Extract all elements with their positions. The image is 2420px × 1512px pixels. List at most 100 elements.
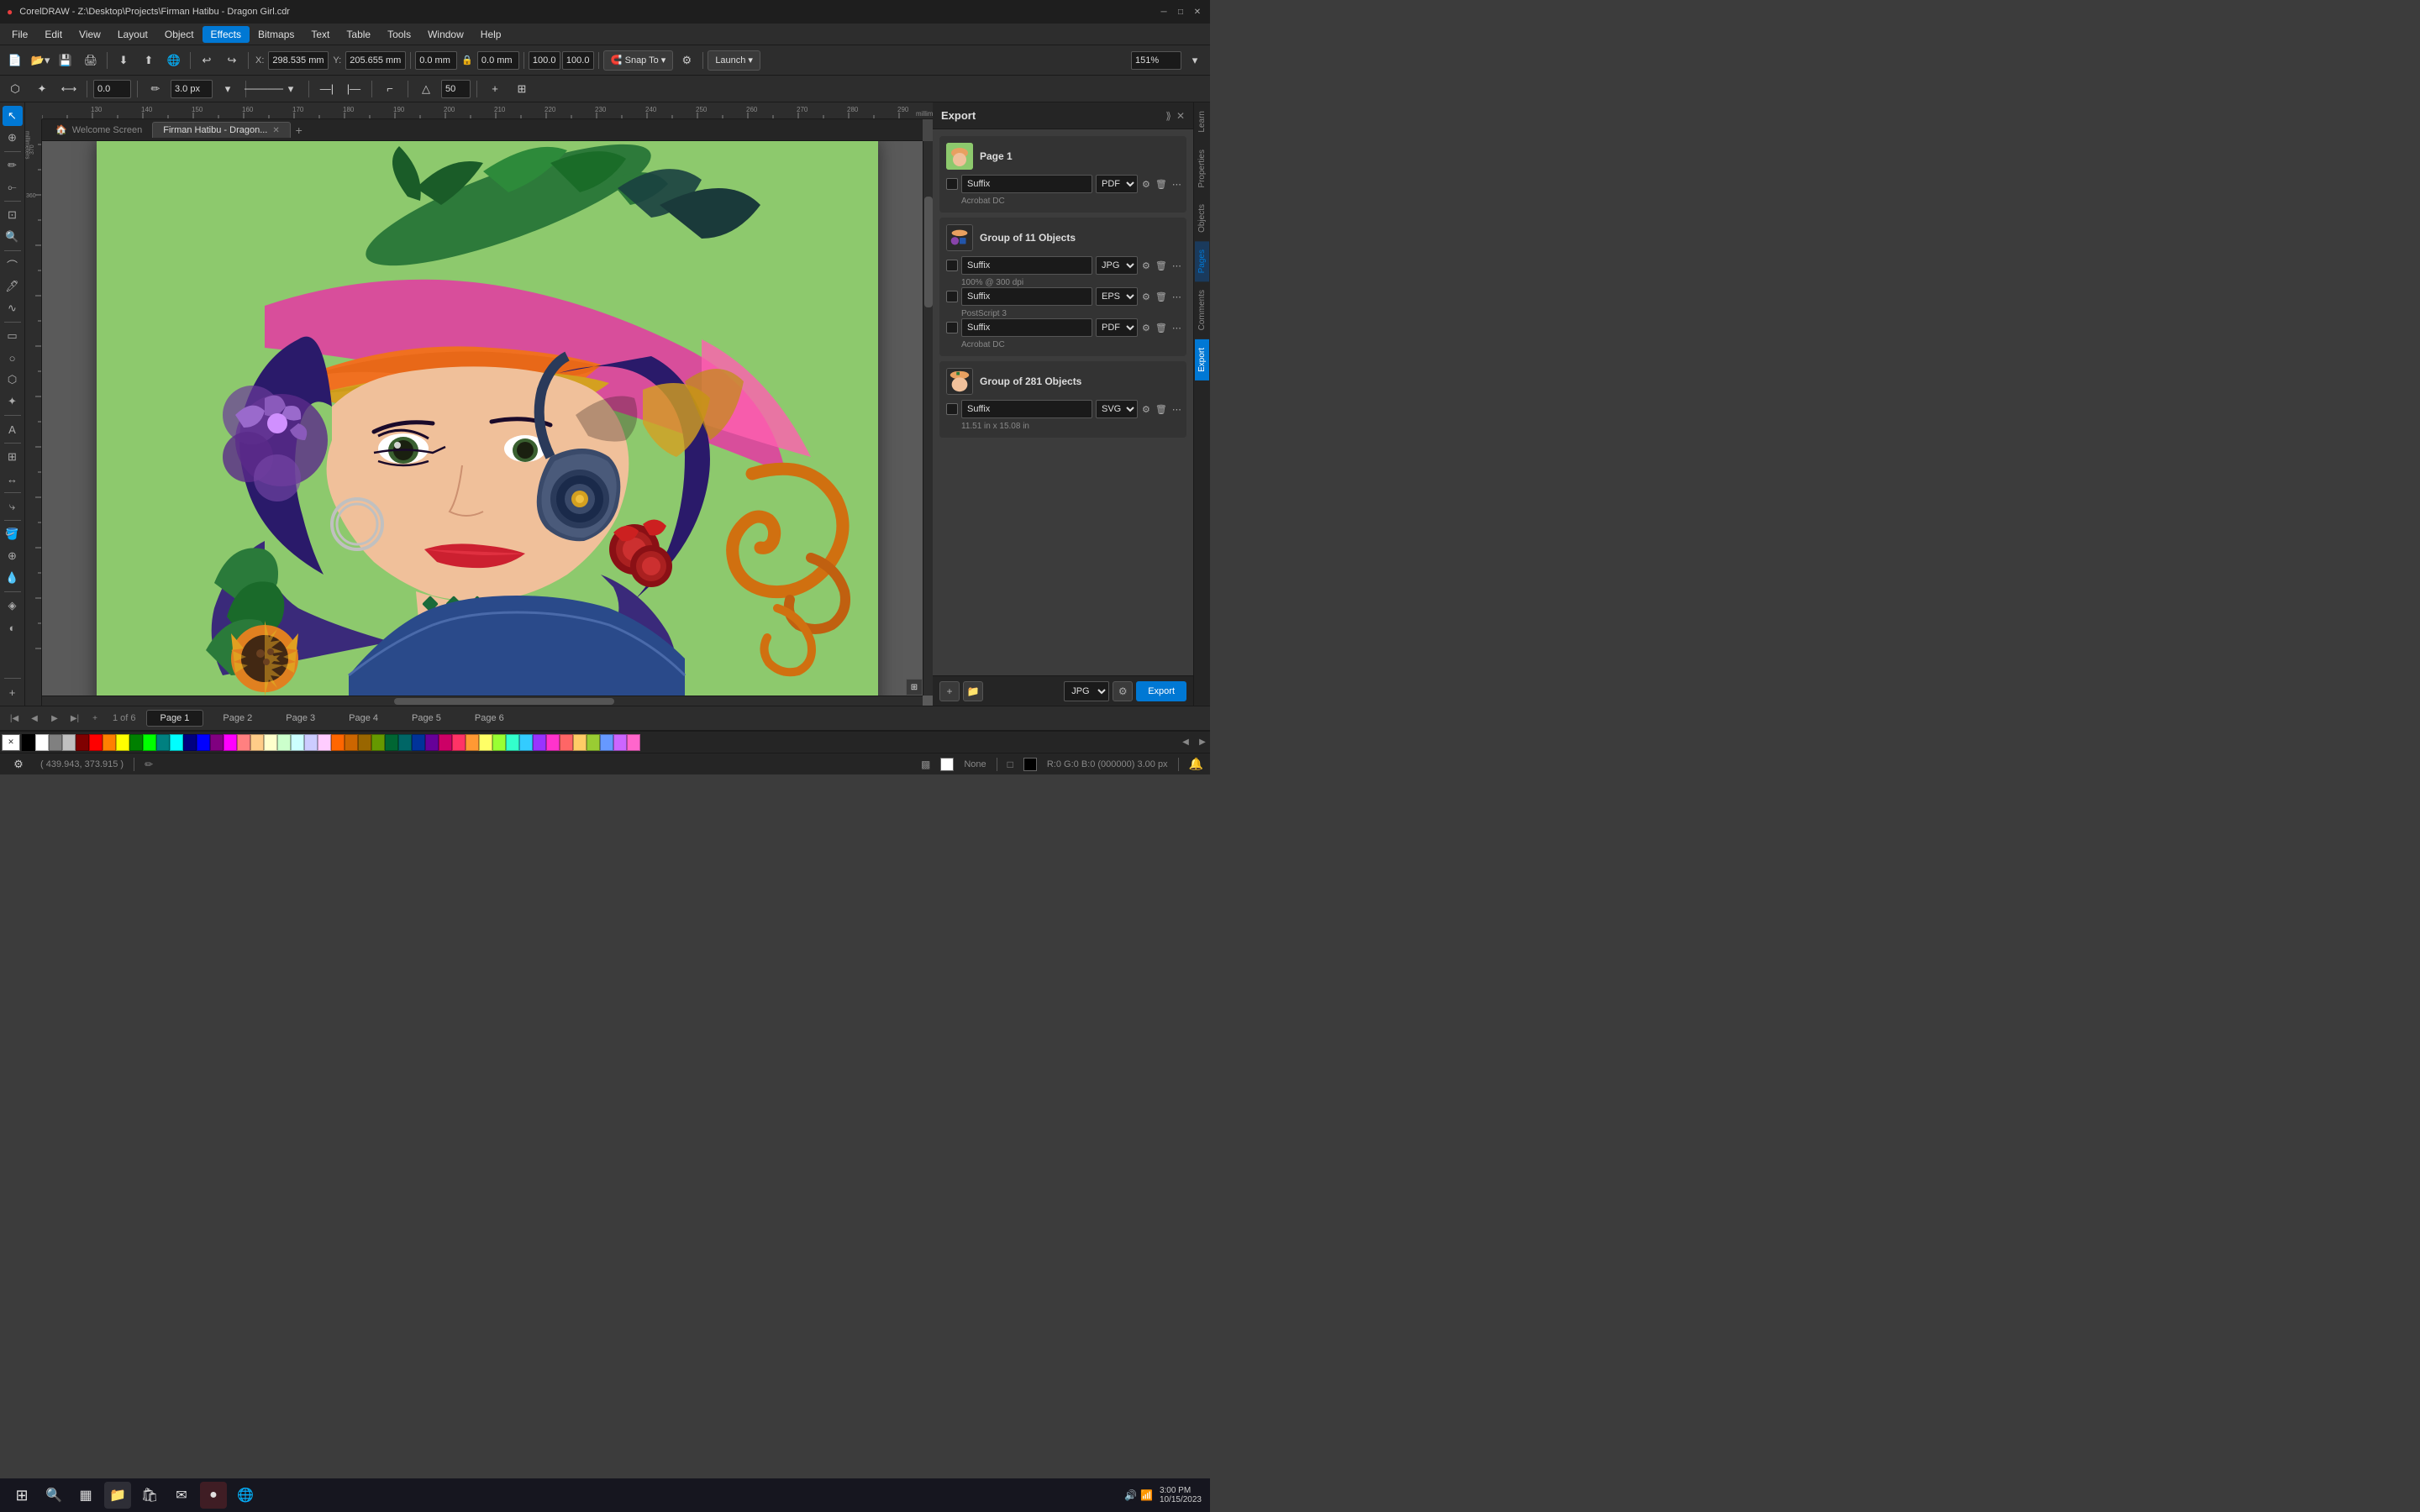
h-pct-input[interactable] — [562, 51, 594, 70]
swatch-green[interactable] — [129, 734, 143, 751]
node2-btn[interactable]: ✦ — [30, 78, 54, 100]
menu-help[interactable]: Help — [472, 26, 510, 43]
side-tab-export[interactable]: Export — [1195, 339, 1209, 381]
w-pct-input[interactable] — [529, 51, 560, 70]
group281-svg-more[interactable]: ⋯ — [1171, 400, 1182, 418]
minimize-btn[interactable]: ─ — [1158, 6, 1170, 18]
undo-btn[interactable]: ↩ — [195, 50, 218, 71]
swatch-brown[interactable] — [345, 734, 358, 751]
swatch-forest[interactable] — [385, 734, 398, 751]
eyedrop-tool[interactable]: 💧 — [3, 568, 23, 588]
menu-window[interactable]: Window — [419, 26, 472, 43]
menu-table[interactable]: Table — [338, 26, 379, 43]
window-controls[interactable]: ─ □ ✕ — [1158, 6, 1203, 18]
swatch-cerise[interactable] — [439, 734, 452, 751]
swatch-cornflower[interactable] — [519, 734, 533, 751]
table-tool[interactable]: ⊞ — [3, 447, 23, 467]
notification-icon[interactable]: 🔔 — [1189, 757, 1203, 771]
menu-file[interactable]: File — [3, 26, 36, 43]
taskbar-store[interactable]: 🛍 — [136, 1482, 163, 1509]
vertical-scrollbar[interactable] — [923, 141, 933, 696]
palette-next[interactable]: ▶ — [1195, 735, 1210, 750]
pen-tool[interactable]: 🖊 — [3, 276, 23, 297]
swatch-yellow-green[interactable] — [587, 734, 600, 751]
redo-btn[interactable]: ↪ — [220, 50, 244, 71]
swatch-gold[interactable] — [573, 734, 587, 751]
snap-settings-btn[interactable]: ⚙ — [675, 50, 698, 71]
opacity-input[interactable] — [441, 80, 471, 98]
swatch-mint[interactable] — [277, 734, 291, 751]
corner-style[interactable]: ⌐ — [378, 78, 402, 100]
group11-pdf-settings[interactable]: ⚙ — [1141, 318, 1151, 337]
menu-tools[interactable]: Tools — [379, 26, 419, 43]
taskbar-browser[interactable]: 🌐 — [232, 1482, 259, 1509]
swatch-navy[interactable] — [183, 734, 197, 751]
menu-effects[interactable]: Effects — [203, 26, 250, 43]
swatch-maroon[interactable] — [76, 734, 89, 751]
export-btn-tb[interactable]: ⬆ — [137, 50, 160, 71]
swatch-black[interactable] — [22, 734, 35, 751]
page-tab-3[interactable]: Page 3 — [271, 710, 329, 727]
swatch-royal[interactable] — [412, 734, 425, 751]
canvas-background[interactable] — [42, 141, 933, 706]
swatch-orchid[interactable] — [613, 734, 627, 751]
vscroll-thumb[interactable] — [924, 197, 933, 307]
group11-pdf-delete[interactable]: 🗑 — [1155, 318, 1168, 337]
pen-size-input[interactable] — [171, 80, 213, 98]
fill-color-swatch[interactable] — [940, 758, 954, 771]
interactive-tool[interactable]: ◈ — [3, 596, 23, 616]
group281-svg-checkbox[interactable] — [946, 403, 958, 415]
group11-pdf-more[interactable]: ⋯ — [1171, 318, 1182, 337]
shadow-tool[interactable]: ◐ — [3, 617, 23, 638]
swatch-white[interactable] — [35, 734, 49, 751]
group11-eps-checkbox[interactable] — [946, 291, 958, 302]
page-tab-6[interactable]: Page 6 — [460, 710, 518, 727]
side-tab-learn[interactable]: Learn — [1195, 102, 1209, 141]
add-node-btn[interactable]: + — [483, 78, 507, 100]
swatch-dark-teal[interactable] — [398, 734, 412, 751]
grid-btn[interactable]: ⊞ — [510, 78, 534, 100]
page-last-btn[interactable]: ▶| — [67, 711, 82, 726]
swatch-magenta[interactable] — [224, 734, 237, 751]
page-add-btn[interactable]: + — [87, 711, 103, 726]
publish-web-btn[interactable]: 🌐 — [162, 50, 186, 71]
group11-eps-more[interactable]: ⋯ — [1171, 287, 1182, 306]
canvas-area[interactable]: // Ruler ticks rendered inline 130 140 1… — [25, 102, 933, 706]
page1-pdf-format[interactable]: PDFJPGPNGEPSSVG — [1096, 175, 1138, 193]
connector-tool[interactable]: ⤷ — [3, 496, 23, 517]
angle-input[interactable] — [93, 80, 131, 98]
star-tool[interactable]: ✦ — [3, 391, 23, 412]
polygon-tool[interactable]: ⬡ — [3, 370, 23, 390]
group11-eps-settings[interactable]: ⚙ — [1141, 287, 1151, 306]
add-tab-btn[interactable]: + — [291, 122, 308, 139]
ellipse-tool[interactable]: ○ — [3, 348, 23, 368]
status-settings-btn[interactable]: ⚙ — [7, 753, 30, 775]
menu-text[interactable]: Text — [302, 26, 338, 43]
curve-tool[interactable]: ⌒ — [3, 255, 23, 275]
canvas-document[interactable] — [97, 141, 878, 706]
export-settings-btn[interactable]: ⚙ — [1113, 681, 1133, 701]
zoom-input[interactable] — [1131, 51, 1181, 70]
swatch-bright-yellow[interactable] — [479, 734, 492, 751]
fill-tool[interactable]: 🪣 — [3, 524, 23, 544]
zoom-dropdown[interactable]: ▾ — [1183, 50, 1207, 71]
page1-pdf-more[interactable]: ⋯ — [1171, 175, 1182, 193]
group11-jpg-delete[interactable]: 🗑 — [1155, 256, 1168, 275]
swatch-pink2[interactable] — [627, 734, 640, 751]
close-btn[interactable]: ✕ — [1192, 6, 1203, 18]
dash-dropdown[interactable]: ▾ — [279, 78, 302, 100]
menu-view[interactable]: View — [71, 26, 109, 43]
export-folder-btn[interactable]: 📁 — [963, 681, 983, 701]
group11-eps-format[interactable]: EPSPDFJPGPNGSVG — [1096, 287, 1138, 306]
swatch-lime[interactable] — [143, 734, 156, 751]
group11-pdf-format[interactable]: PDFJPGPNGEPSSVG — [1096, 318, 1138, 337]
swatch-red[interactable] — [89, 734, 103, 751]
page-first-btn[interactable]: |◀ — [7, 711, 22, 726]
page-next-btn[interactable]: ▶ — [47, 711, 62, 726]
swatch-chartreuse[interactable] — [492, 734, 506, 751]
swatch-cream[interactable] — [264, 734, 277, 751]
smart-fill-tool[interactable]: ⊕ — [3, 546, 23, 566]
export-add-btn[interactable]: + — [939, 681, 960, 701]
taskbar-explorer[interactable]: 📁 — [104, 1482, 131, 1509]
swatch-orange[interactable] — [103, 734, 116, 751]
